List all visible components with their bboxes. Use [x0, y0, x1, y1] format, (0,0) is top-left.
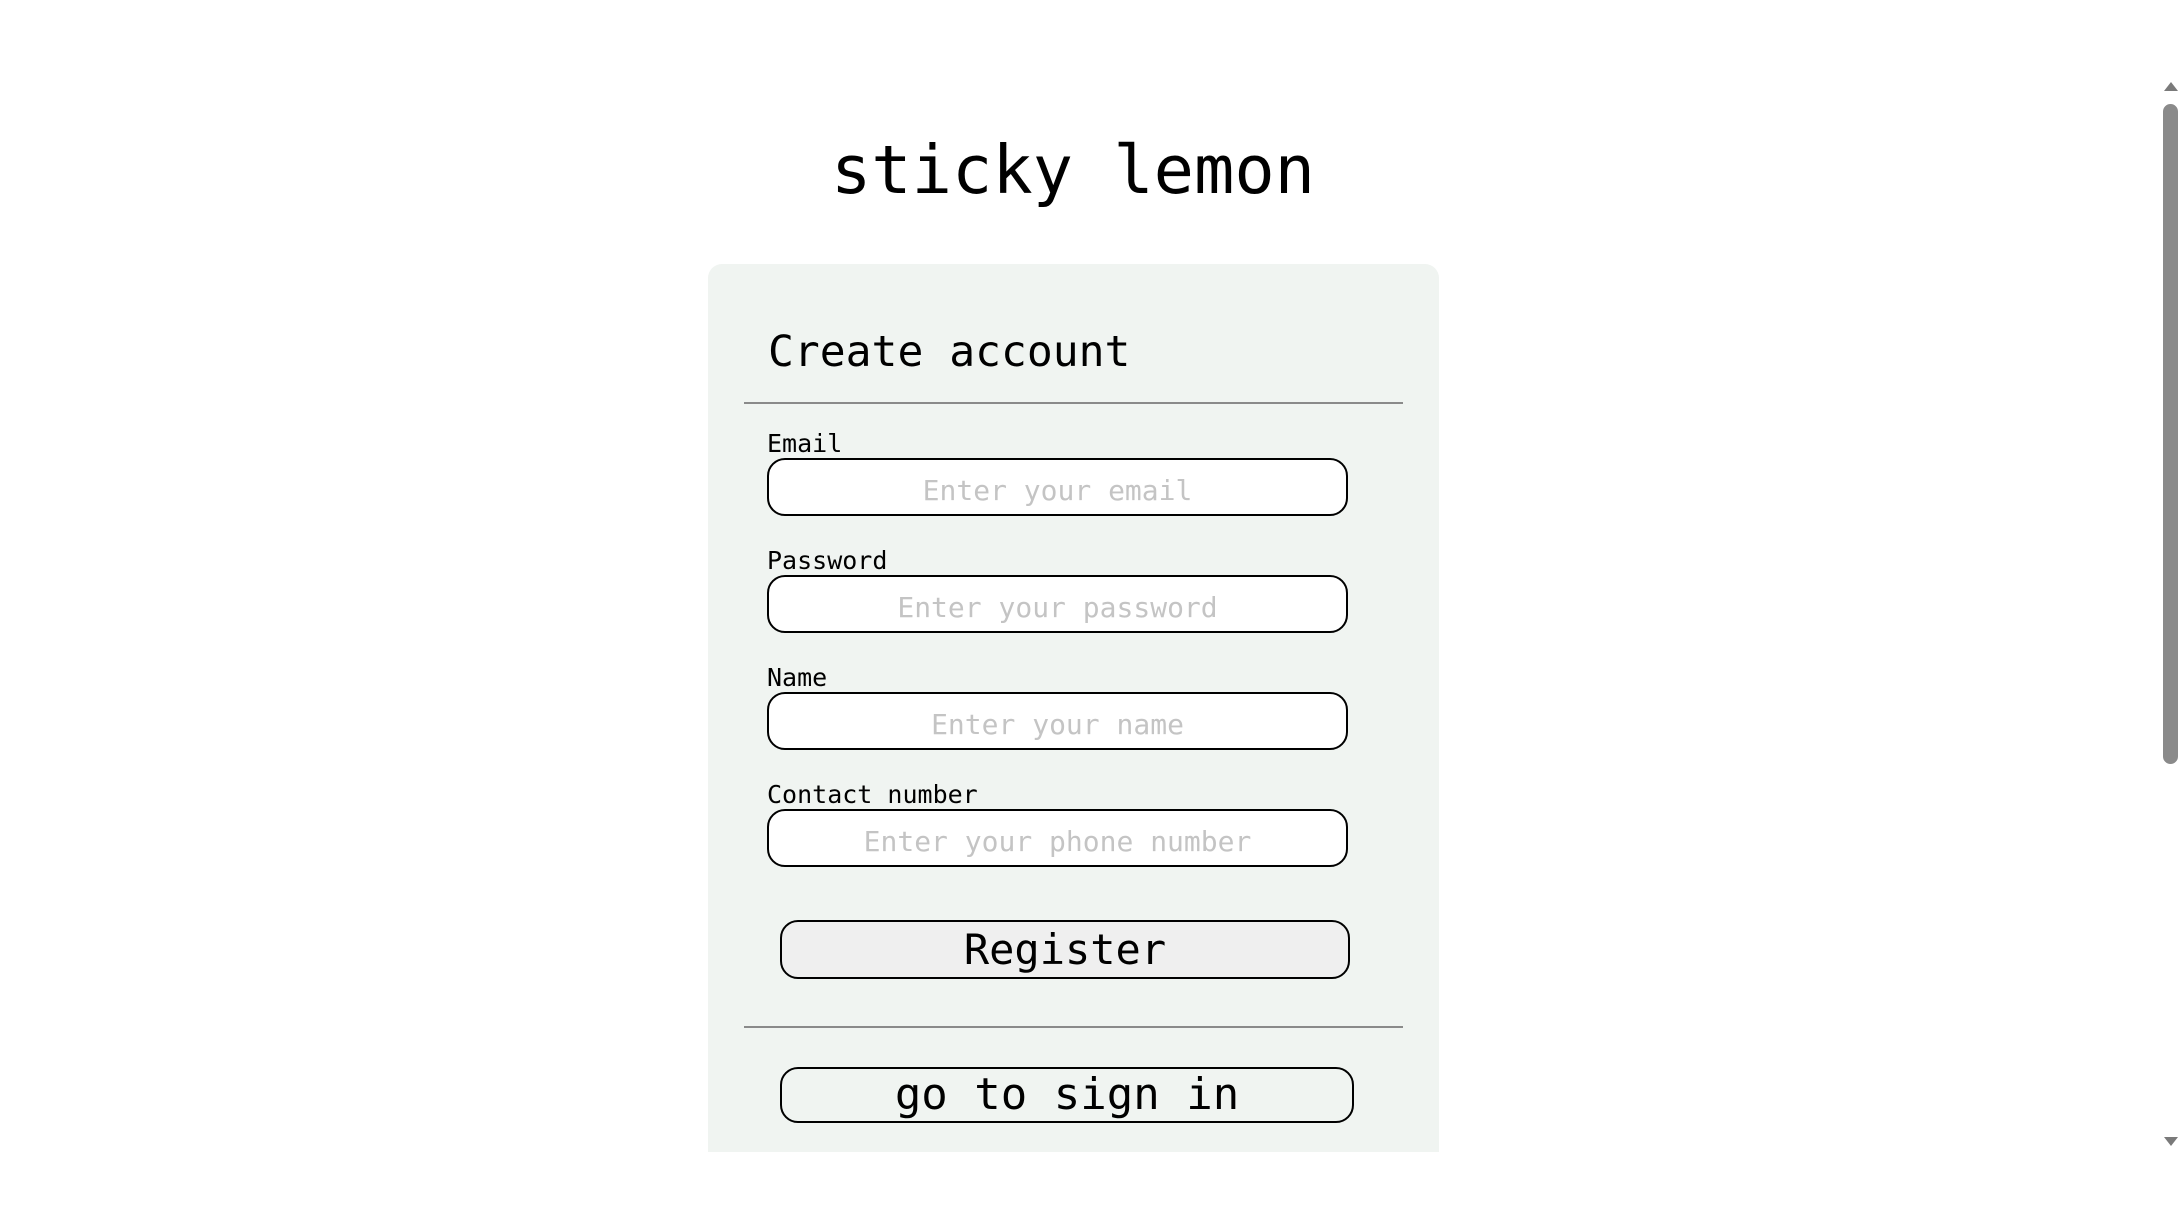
email-label: Email: [767, 429, 843, 458]
name-label: Name: [767, 663, 828, 692]
top-divider: [744, 402, 1403, 404]
contact-number-label: Contact number: [767, 780, 978, 809]
page: sticky lemon Create account Email Passwo…: [0, 0, 2181, 1227]
register-button[interactable]: Register: [780, 920, 1350, 979]
password-label: Password: [767, 546, 888, 575]
go-to-sign-in-button[interactable]: go to sign in: [780, 1067, 1354, 1123]
contact-number-field[interactable]: [767, 809, 1348, 867]
scroll-down-arrow-icon[interactable]: [2164, 1137, 2178, 1146]
register-card: Create account Email Password Name Conta…: [708, 264, 1439, 1152]
form-heading: Create account: [768, 327, 1131, 377]
app-title: sticky lemon: [830, 131, 1316, 209]
email-field[interactable]: [767, 458, 1348, 516]
vertical-scrollbar[interactable]: [2160, 78, 2181, 1150]
name-field[interactable]: [767, 692, 1348, 750]
password-field[interactable]: [767, 575, 1348, 633]
bottom-divider: [744, 1026, 1403, 1028]
scroll-up-arrow-icon[interactable]: [2164, 82, 2178, 91]
scroll-thumb[interactable]: [2163, 104, 2178, 764]
